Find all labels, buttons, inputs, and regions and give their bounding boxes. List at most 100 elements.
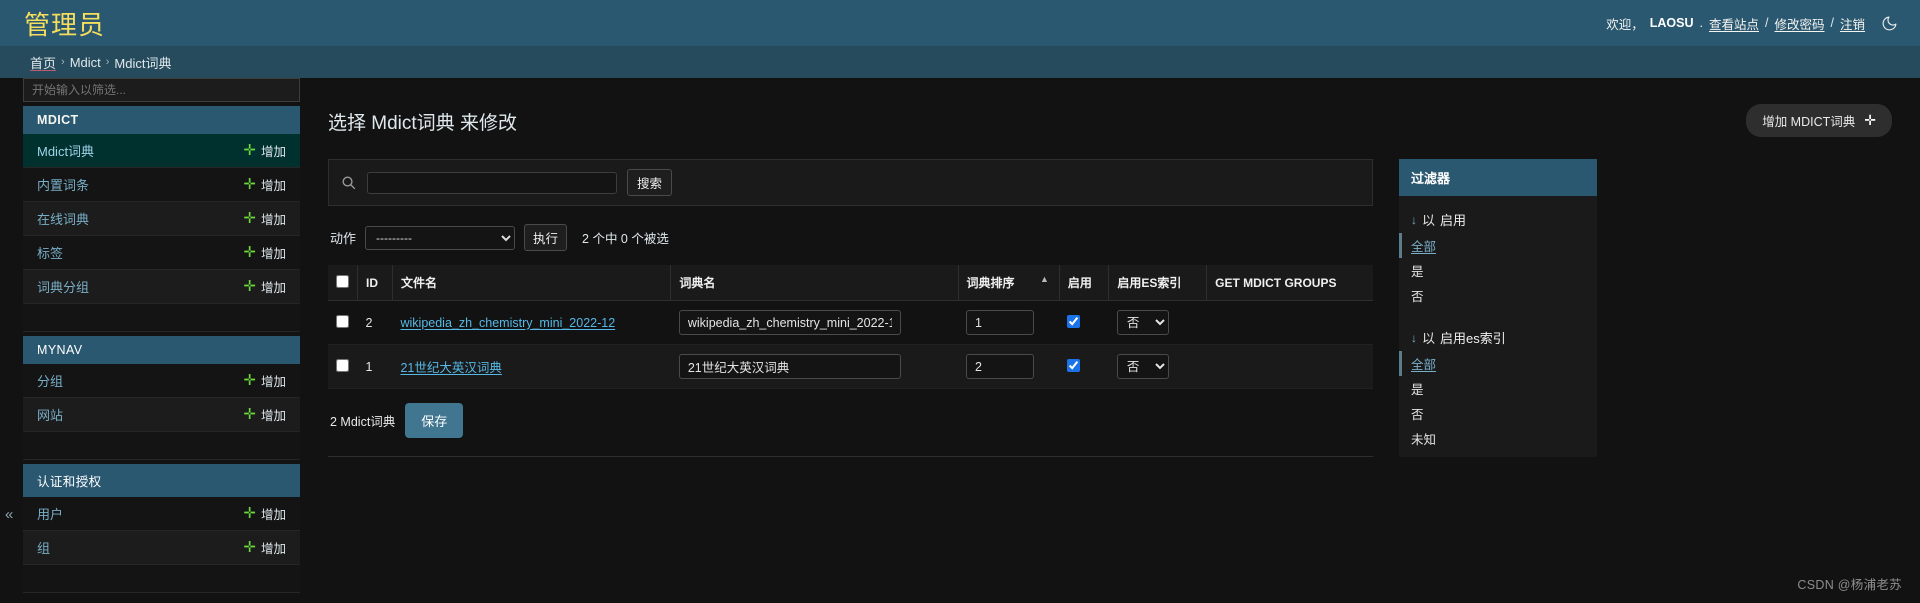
sidebar-filter-input[interactable] — [23, 78, 300, 102]
row-checkbox[interactable] — [336, 314, 349, 328]
filter-option-all[interactable]: 全部 — [1399, 351, 1597, 376]
order-input[interactable] — [966, 310, 1035, 335]
sidebar-add-link[interactable]: ✛ 增加 — [243, 405, 286, 424]
filter-option-label[interactable]: 未知 — [1411, 433, 1436, 447]
column-get-mdict-groups[interactable]: GET MDICT GROUPS — [1206, 265, 1373, 301]
row-checkbox[interactable] — [336, 358, 349, 372]
sidebar-add-link[interactable]: ✛ 增加 — [243, 175, 286, 194]
sidebar-add-link[interactable]: ✛ 增加 — [243, 243, 286, 262]
search-input[interactable] — [367, 171, 617, 194]
row-dictname-cell[interactable] — [670, 300, 959, 345]
change-password-link[interactable]: 修改密码 — [1774, 14, 1824, 33]
sidebar-collapse-toggle[interactable]: « — [5, 506, 13, 523]
action-select[interactable]: --------- — [365, 225, 516, 250]
sidebar-add-link[interactable]: ✛ 增加 — [243, 504, 286, 523]
row-enabled-cell[interactable] — [1059, 300, 1109, 345]
row-get-mdict-groups-cell — [1206, 344, 1373, 389]
sidebar-spacer — [23, 565, 300, 593]
column-es-index[interactable]: 启用ES索引 — [1108, 265, 1208, 301]
sidebar-spacer — [23, 432, 300, 460]
save-button[interactable]: 保存 — [405, 403, 464, 438]
filter-option-all[interactable]: 全部 — [1399, 233, 1597, 258]
filter-section-title-enabled[interactable]: ↓ 以 启用 — [1399, 196, 1597, 233]
sidebar-add-label: 增加 — [260, 281, 286, 295]
column-select-all[interactable] — [328, 265, 358, 301]
row-order-cell[interactable] — [958, 344, 1060, 389]
column-enabled[interactable]: 启用 — [1059, 265, 1110, 301]
filter-option-label[interactable]: 全部 — [1411, 358, 1436, 372]
sidebar-item-user-groups[interactable]: 组 ✛ 增加 — [23, 531, 300, 565]
view-site-link[interactable]: 查看站点 — [1709, 14, 1759, 33]
row-select-cell[interactable] — [328, 300, 358, 345]
column-id[interactable]: ID — [357, 265, 393, 301]
row-enabled-cell[interactable] — [1059, 344, 1109, 389]
moon-icon[interactable] — [1881, 15, 1898, 32]
sidebar-group-mynav: MYNAV 分组 ✛ 增加 网站 ✛ 增加 — [23, 336, 300, 460]
sidebar-add-label: 增加 — [260, 375, 286, 389]
sidebar-item-online-dict[interactable]: 在线词典 ✛ 增加 — [23, 202, 300, 236]
filter-option-label[interactable]: 是 — [1411, 383, 1424, 397]
column-dictname[interactable]: 词典名 — [670, 265, 959, 301]
row-dictname-cell[interactable] — [670, 344, 959, 389]
logout-link[interactable]: 注销 — [1840, 14, 1865, 33]
filter-option-label[interactable]: 否 — [1411, 290, 1424, 304]
filter-option-label[interactable]: 否 — [1411, 408, 1424, 422]
select-all-checkbox[interactable] — [336, 274, 349, 288]
enabled-checkbox[interactable] — [1067, 314, 1081, 328]
es-index-select[interactable]: 否 — [1116, 310, 1169, 335]
enabled-checkbox[interactable] — [1067, 358, 1081, 372]
filter-option-no[interactable]: 否 — [1399, 401, 1597, 426]
sidebar-add-label: 增加 — [260, 247, 286, 261]
row-filename-cell[interactable]: wikipedia_zh_chemistry_mini_2022-12 — [392, 300, 671, 345]
row-filename-cell[interactable]: 21世纪大英汉词典 — [392, 344, 671, 389]
row-order-cell[interactable] — [958, 300, 1060, 345]
sidebar-item-users[interactable]: 用户 ✛ 增加 — [23, 497, 300, 531]
breadcrumb-item-app[interactable]: Mdict — [70, 55, 101, 70]
filter-option-no[interactable]: 否 — [1399, 283, 1597, 308]
sidebar-group-mdict: MDICT Mdict词典 ✛ 增加 内置词条 ✛ 增加 在线词典 ✛ 增加 标… — [23, 106, 300, 332]
filter-option-yes[interactable]: 是 — [1399, 258, 1597, 283]
column-order[interactable]: ▲ 词典排序 — [958, 265, 1060, 301]
welcome-text: 欢迎， — [1606, 17, 1644, 32]
sidebar-item-mdict-dict[interactable]: Mdict词典 ✛ 增加 — [23, 134, 300, 168]
sidebar-add-link[interactable]: ✛ 增加 — [243, 277, 286, 296]
row-id: 2 — [357, 300, 393, 345]
sidebar-item-dict-groups[interactable]: 词典分组 ✛ 增加 — [23, 270, 300, 304]
row-es-index-cell[interactable]: 否 — [1108, 344, 1207, 389]
column-filename[interactable]: 文件名 — [392, 265, 672, 301]
sidebar-add-link[interactable]: ✛ 增加 — [243, 538, 286, 557]
nav-sidebar: MDICT Mdict词典 ✛ 增加 内置词条 ✛ 增加 在线词典 ✛ — [0, 78, 300, 603]
sidebar-add-link[interactable]: ✛ 增加 — [243, 141, 286, 160]
sidebar-item-groups[interactable]: 分组 ✛ 增加 — [23, 364, 300, 398]
filter-section-title-es-index[interactable]: ↓ 以 启用es索引 — [1399, 314, 1597, 351]
dictname-input[interactable] — [678, 354, 901, 379]
plus-icon: ✛ — [243, 505, 256, 522]
filter-prefix: 以 — [1422, 213, 1436, 228]
action-go-button[interactable]: 执行 — [524, 224, 568, 251]
sidebar-caption-auth: 认证和授权 — [23, 464, 300, 497]
filter-option-label[interactable]: 是 — [1411, 265, 1424, 279]
filter-option-unknown[interactable]: 未知 — [1399, 426, 1597, 451]
search-toolbar: 搜索 — [328, 159, 1373, 206]
row-es-index-cell[interactable]: 否 — [1108, 300, 1207, 345]
row-select-cell[interactable] — [328, 344, 358, 389]
filter-option-label[interactable]: 全部 — [1411, 240, 1436, 254]
row-filename-link[interactable]: 21世纪大英汉词典 — [400, 361, 501, 375]
sort-ascending-icon[interactable]: ▲ — [1040, 274, 1049, 284]
sidebar-item-sites[interactable]: 网站 ✛ 增加 — [23, 398, 300, 432]
sidebar-add-label: 增加 — [260, 213, 286, 227]
sidebar-add-link[interactable]: ✛ 增加 — [243, 209, 286, 228]
order-input[interactable] — [966, 354, 1035, 379]
filter-option-yes[interactable]: 是 — [1399, 376, 1597, 401]
breadcrumb-item-home[interactable]: 首页 — [30, 53, 56, 72]
add-mdict-dictionary-button[interactable]: 增加 MDICT词典 ✛ — [1746, 104, 1892, 137]
filter-arrow-down-icon: ↓ — [1411, 212, 1417, 227]
search-submit-button[interactable]: 搜索 — [627, 169, 673, 196]
sidebar-item-tags[interactable]: 标签 ✛ 增加 — [23, 236, 300, 270]
dot-text: . — [1699, 16, 1703, 30]
sidebar-add-link[interactable]: ✛ 增加 — [243, 371, 286, 390]
sidebar-item-builtin-entries[interactable]: 内置词条 ✛ 增加 — [23, 168, 300, 202]
dictname-input[interactable] — [678, 310, 901, 335]
row-filename-link[interactable]: wikipedia_zh_chemistry_mini_2022-12 — [400, 316, 615, 330]
es-index-select[interactable]: 否 — [1116, 354, 1169, 379]
